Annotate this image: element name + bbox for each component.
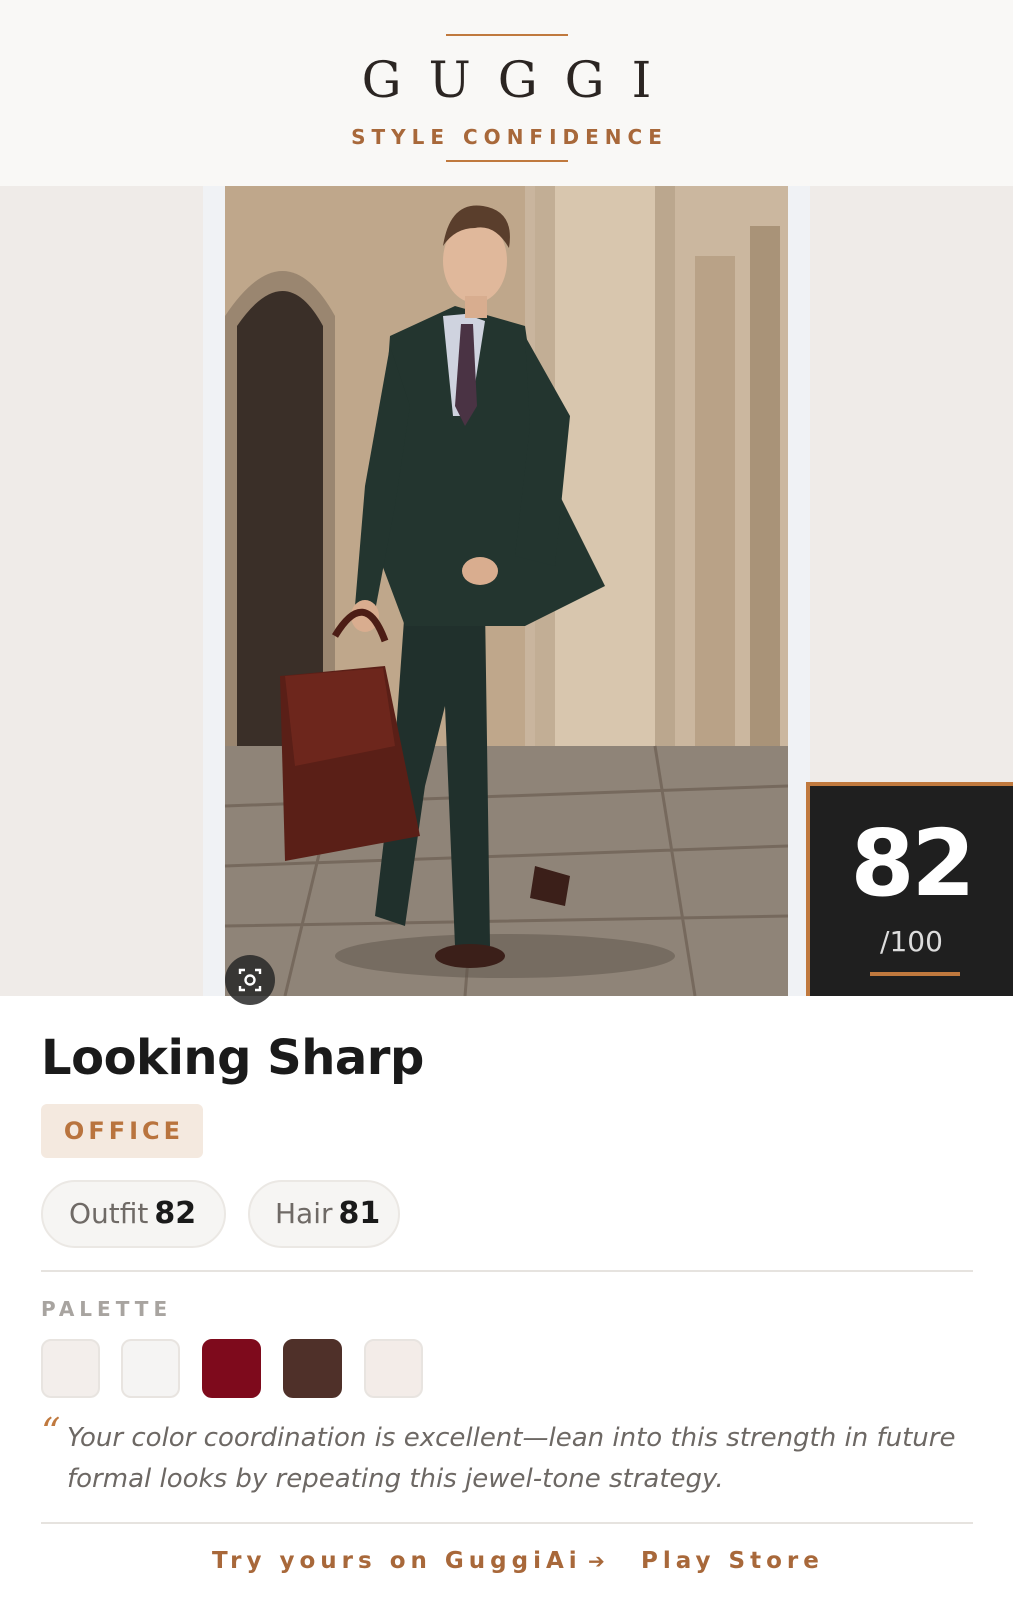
footer-cta[interactable]: Try yours on GuggiAi ➔ Play Store	[0, 1541, 1013, 1581]
hair-score-pill: Hair 81	[248, 1180, 400, 1248]
palette-swatch	[41, 1339, 100, 1398]
tagline: STYLE CONFIDENCE	[351, 125, 668, 149]
palette-swatch	[283, 1339, 342, 1398]
header: GUGGI STYLE CONFIDENCE	[0, 0, 1013, 186]
header-bottom-rule	[446, 160, 568, 162]
score-underline	[870, 972, 960, 976]
overall-score: 82	[850, 810, 975, 917]
palette-label: PALETTE	[41, 1297, 173, 1321]
arrow-right-icon: ➔	[588, 1549, 605, 1573]
result-title: Looking Sharp	[41, 1030, 424, 1086]
header-top-rule	[446, 34, 568, 36]
occasion-tag: OFFICE	[41, 1104, 203, 1158]
overall-score-card: 82 /100	[806, 782, 1013, 996]
outfit-score-value: 82	[154, 1196, 197, 1231]
divider	[41, 1522, 973, 1524]
play-store-link[interactable]: Play Store	[641, 1541, 824, 1581]
score-max: /100	[880, 925, 943, 958]
visual-search-button[interactable]	[225, 955, 275, 1005]
hair-score-value: 81	[338, 1196, 381, 1231]
divider	[41, 1270, 973, 1272]
palette-swatch	[202, 1339, 261, 1398]
outfit-score-label: Outfit	[69, 1197, 149, 1230]
hair-score-label: Hair	[275, 1197, 333, 1230]
outfit-score-pill: Outfit 82	[41, 1180, 226, 1248]
palette-swatch	[121, 1339, 180, 1398]
quote-mark-icon: “	[41, 1410, 61, 1454]
visual-search-icon	[238, 968, 262, 992]
brand-logo: GUGGI	[361, 51, 679, 109]
footer-cta-text[interactable]: Try yours on GuggiAi	[212, 1541, 582, 1581]
feedback-quote: Your color coordination is excellent—lea…	[67, 1423, 956, 1494]
outfit-photo	[225, 186, 788, 996]
palette-swatch	[364, 1339, 423, 1398]
